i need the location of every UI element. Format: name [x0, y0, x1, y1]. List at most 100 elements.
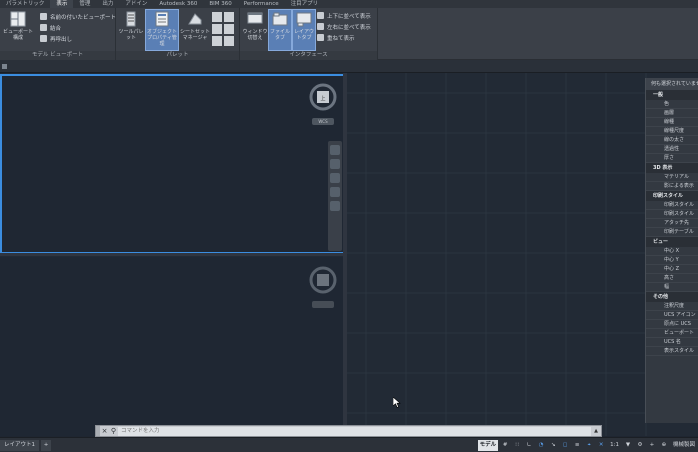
zoom-icon[interactable]	[330, 173, 340, 183]
layout-tabs-button[interactable]: レイアウトタブ	[292, 9, 316, 51]
tab-parametric[interactable]: パラメトリック	[0, 0, 50, 8]
palette-small-button-4[interactable]	[224, 24, 234, 34]
tile-horizontal-button[interactable]: 上下に並べて表示	[317, 11, 371, 20]
showmotion-icon[interactable]	[330, 201, 340, 211]
ucs-menu-label[interactable]: WCS	[312, 118, 334, 125]
annotation-monitor-icon[interactable]: +	[647, 440, 657, 451]
tile-vertical-button[interactable]: 左右に並べて表示	[317, 22, 371, 31]
tile-vertical-icon	[317, 23, 324, 30]
snap-icon[interactable]: ∷	[512, 440, 522, 451]
restore-button[interactable]: 再呼出し	[40, 34, 72, 43]
command-input[interactable]	[118, 426, 591, 436]
properties-row[interactable]: 原点に UCS	[646, 320, 698, 329]
close-icon[interactable]: ×	[100, 426, 109, 436]
tab-bim360[interactable]: BIM 360	[203, 0, 237, 8]
properties-row[interactable]: 表示スタイル	[646, 347, 698, 356]
tab-featured-apps[interactable]: 注目アプリ	[285, 0, 325, 8]
properties-row[interactable]: 厚さ	[646, 154, 698, 163]
switch-windows-button[interactable]: ウィンドウ切替え	[242, 10, 268, 50]
cascade-button[interactable]: 重ねて表示	[317, 33, 355, 42]
properties-row[interactable]: ビューポート	[646, 329, 698, 338]
viewport-horizontal-divider[interactable]	[0, 253, 343, 256]
annotation-visibility-icon[interactable]: ⌖	[584, 440, 594, 451]
palette-small-button-6[interactable]	[224, 36, 234, 46]
properties-row[interactable]: 画層	[646, 109, 698, 118]
properties-row[interactable]: 幅	[646, 283, 698, 292]
tab-output[interactable]: 出力	[96, 0, 119, 8]
properties-row[interactable]: 注釈尺度	[646, 302, 698, 311]
named-views-label: 名前の付いたビューポート	[50, 14, 117, 21]
new-layout-tab[interactable]: +	[41, 439, 51, 451]
viewport-top-active[interactable]: 上 WCS	[0, 74, 345, 254]
ucs-menu-label-bottom[interactable]	[312, 301, 334, 308]
tool-palette-button[interactable]: ツールパレット	[118, 10, 144, 50]
properties-row[interactable]: 高さ	[646, 274, 698, 283]
tab-view[interactable]: 表示	[50, 0, 74, 8]
properties-section-header[interactable]: その他	[646, 292, 698, 302]
ortho-icon[interactable]: ∟	[524, 440, 534, 451]
polar-tracking-icon[interactable]: ◔	[536, 440, 546, 451]
properties-row[interactable]: 線種尺度	[646, 127, 698, 136]
properties-row[interactable]: UCS アイコン	[646, 311, 698, 320]
properties-row[interactable]: 印刷テーブル	[646, 228, 698, 237]
properties-row[interactable]: 線の太さ	[646, 136, 698, 145]
properties-row[interactable]: UCS 名	[646, 338, 698, 347]
viewcube-icon[interactable]: 上	[308, 82, 338, 112]
palette-small-button-5[interactable]	[212, 36, 222, 46]
steering-wheel-icon[interactable]	[330, 145, 340, 155]
properties-row[interactable]: 中心 X	[646, 247, 698, 256]
properties-selection-title[interactable]: 何も選択されていません	[646, 78, 698, 90]
lineweight-icon[interactable]: ≡	[572, 440, 582, 451]
drawing-area[interactable]: 上 WCS	[0, 73, 698, 436]
properties-row[interactable]: 印刷スタイル	[646, 201, 698, 210]
properties-section-header[interactable]: ビュー	[646, 237, 698, 247]
properties-row[interactable]: 印刷スタイル	[646, 210, 698, 219]
orbit-icon[interactable]	[330, 187, 340, 197]
properties-button[interactable]: オブジェクトプロパティ管理	[145, 9, 179, 51]
tile-vertical-label: 左右に並べて表示	[327, 24, 371, 31]
tab-addins[interactable]: アドイン	[119, 0, 153, 8]
application-menu-icon[interactable]	[2, 64, 7, 69]
properties-section-header[interactable]: 3D 表示	[646, 163, 698, 173]
palette-small-button-3[interactable]	[212, 24, 222, 34]
workspace-gear-icon[interactable]: ⚙	[635, 440, 645, 451]
sheet-set-label: シートセットマネージャ	[180, 29, 211, 41]
object-snap-icon[interactable]: ◻	[560, 440, 570, 451]
tab-manage[interactable]: 管理	[73, 0, 96, 8]
named-views-button[interactable]: 名前の付いたビューポート	[40, 12, 116, 21]
properties-row[interactable]: マテリアル	[646, 173, 698, 182]
layout-name-label[interactable]: 機械製図	[671, 440, 697, 451]
palette-small-button-2[interactable]	[224, 12, 234, 22]
units-icon[interactable]: ⊕	[659, 440, 669, 451]
annotation-scale-button[interactable]: 1:1	[608, 440, 621, 451]
panel-title-model-viewports: モデル ビューポート	[0, 51, 115, 60]
tab-layout1[interactable]: レイアウト1	[0, 439, 39, 451]
search-icon[interactable]: ⚲	[109, 426, 118, 436]
properties-section-header[interactable]: 一般	[646, 90, 698, 100]
properties-row[interactable]: アタッチ先	[646, 219, 698, 228]
model-space-button[interactable]: モデル	[477, 440, 499, 451]
properties-section-header[interactable]: 印刷スタイル	[646, 191, 698, 201]
sheet-set-button[interactable]: シートセットマネージャ	[180, 10, 210, 50]
join-button[interactable]: 結合	[40, 23, 61, 32]
tab-performance[interactable]: Performance	[238, 0, 285, 8]
scale-dropdown-icon[interactable]: ▼	[623, 440, 633, 451]
properties-row[interactable]: 透過性	[646, 145, 698, 154]
properties-row[interactable]: 中心 Z	[646, 265, 698, 274]
auto-scale-icon[interactable]: ✕	[596, 440, 606, 451]
viewport-bottom[interactable]	[0, 257, 343, 436]
file-tabs-button[interactable]: ファイルタブ	[268, 9, 292, 51]
properties-row[interactable]: 色	[646, 100, 698, 109]
tab-autodesk360[interactable]: Autodesk 360	[153, 0, 203, 8]
palette-small-button-1[interactable]	[212, 12, 222, 22]
chevron-up-icon[interactable]: ▲	[591, 428, 601, 434]
viewport-config-button[interactable]: ビューポート構成	[2, 10, 34, 50]
properties-row[interactable]: 中心 Y	[646, 256, 698, 265]
viewcube-icon-bottom[interactable]	[308, 265, 338, 295]
grid-icon[interactable]: #	[500, 440, 510, 451]
pan-icon[interactable]	[330, 159, 340, 169]
properties-row[interactable]: 影による表示	[646, 182, 698, 191]
viewport-vertical-divider[interactable]	[343, 73, 347, 436]
properties-row[interactable]: 線種	[646, 118, 698, 127]
isodraft-icon[interactable]: ↘	[548, 440, 558, 451]
